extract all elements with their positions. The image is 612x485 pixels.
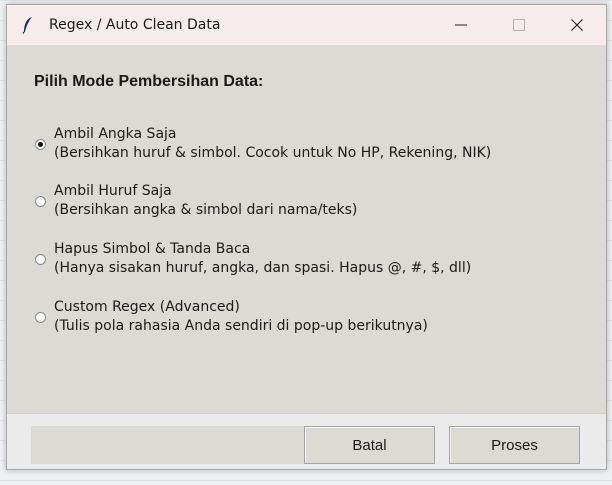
radio-ambil-angka[interactable]	[35, 138, 46, 150]
dialog-window: Regex / Auto Clean Data Pilih Mode Pembe…	[6, 4, 607, 470]
maximize-icon	[513, 19, 525, 31]
radio-ambil-huruf[interactable]	[35, 195, 46, 207]
radio-hapus-simbol[interactable]	[35, 253, 46, 265]
option-custom-regex[interactable]: Custom Regex (Advanced) (Tulis pola rahas…	[35, 298, 428, 336]
option-description: (Hanya sisakan huruf, angka, dan spasi. …	[54, 260, 472, 276]
button-bar: Batal Proses	[7, 413, 606, 469]
option-text: Ambil Huruf Saja (Bersihkan angka & simbo…	[54, 182, 357, 220]
mode-heading: Pilih Mode Pembersihan Data:	[34, 73, 264, 90]
option-description: (Bersihkan angka & simbol dari nama/teks…	[54, 202, 358, 218]
minimize-button[interactable]	[432, 5, 490, 45]
option-hapus-simbol[interactable]: Hapus Simbol & Tanda Baca (Hanya sisakan …	[35, 240, 471, 278]
feather-icon	[19, 16, 37, 34]
process-button[interactable]: Proses	[449, 426, 580, 464]
radio-custom-regex[interactable]	[35, 311, 46, 323]
cancel-button[interactable]: Batal	[304, 426, 435, 464]
option-label: Ambil Huruf Saja	[54, 183, 172, 199]
close-button[interactable]	[548, 5, 606, 45]
option-label: Custom Regex (Advanced)	[54, 299, 240, 315]
status-strip	[31, 426, 307, 464]
option-text: Hapus Simbol & Tanda Baca (Hanya sisakan …	[54, 240, 471, 278]
option-text: Ambil Angka Saja (Bersihkan huruf & simbo…	[54, 125, 491, 163]
window-title: Regex / Auto Clean Data	[49, 17, 221, 33]
option-description: (Tulis pola rahasia Anda sendiri di pop-…	[54, 318, 428, 334]
minimize-icon	[455, 24, 467, 26]
close-icon	[571, 19, 583, 31]
maximize-button[interactable]	[490, 5, 548, 45]
option-ambil-huruf[interactable]: Ambil Huruf Saja (Bersihkan angka & simbo…	[35, 182, 357, 220]
option-text: Custom Regex (Advanced) (Tulis pola rahas…	[54, 298, 428, 336]
option-ambil-angka[interactable]: Ambil Angka Saja (Bersihkan huruf & simbo…	[35, 125, 491, 163]
title-bar[interactable]: Regex / Auto Clean Data	[7, 5, 606, 45]
option-description: (Bersihkan huruf & simbol. Cocok untuk N…	[54, 145, 492, 161]
option-label: Hapus Simbol & Tanda Baca	[54, 241, 251, 257]
dialog-content: Pilih Mode Pembersihan Data: Ambil Angka…	[7, 45, 606, 469]
option-label: Ambil Angka Saja	[54, 126, 177, 142]
